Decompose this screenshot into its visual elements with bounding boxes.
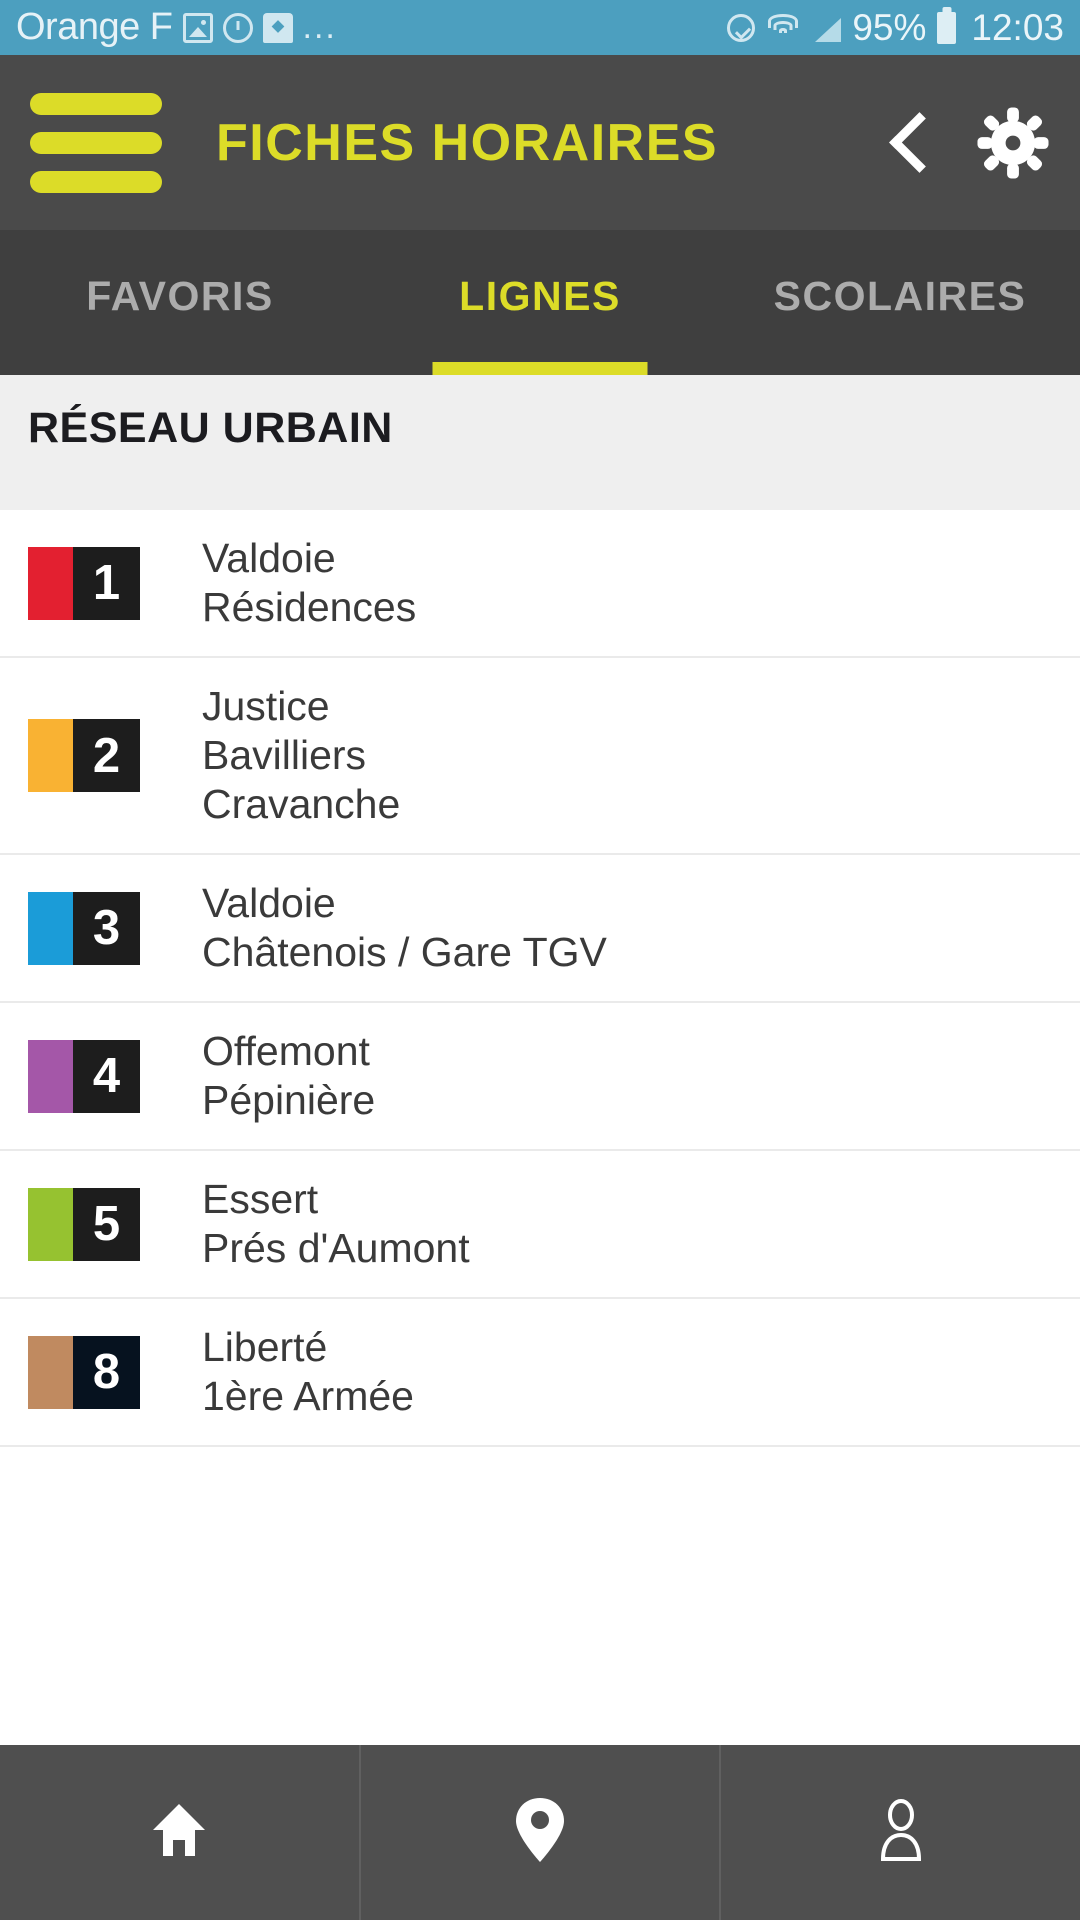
line-color-stripe [28,546,73,620]
battery-percent-label: 95% [852,6,927,48]
line-destination: Offemont [202,1028,370,1075]
hamburger-menu-icon[interactable] [30,92,162,193]
line-number: 1 [73,546,140,620]
gear-icon[interactable] [976,106,1050,180]
app-root: Orange F ... 95% 12:03 FICHES HORAIRES F… [0,0,1080,1920]
app-header: FICHES HORAIRES [0,55,1080,230]
nav-home-button[interactable] [0,1745,361,1920]
line-destination: Essert [202,1176,319,1223]
page-title: FICHES HORAIRES [216,113,719,172]
line-destination: Résidences [202,584,417,630]
overflow-dots: ... [302,8,337,46]
clock-label: 12:03 [971,6,1064,48]
line-destinations: Valdoie Résidences [202,534,416,632]
table-row[interactable]: 3 Valdoie Châtenois / Gare TGV [0,855,1080,1003]
line-destination: Liberté [202,1324,328,1371]
line-destination: Bavilliers [202,732,367,779]
table-row[interactable]: 2 Justice Bavilliers Cravanche [0,658,1080,855]
line-color-stripe [28,891,73,965]
line-number: 4 [73,1039,140,1113]
line-destination: Valdoie [202,880,336,927]
table-row[interactable]: 1 Valdoie Résidences [0,510,1080,658]
line-badge: 1 [28,546,140,620]
line-destination: 1ère Armée [202,1373,414,1419]
signal-icon [811,14,842,42]
header-actions [888,106,1050,180]
line-color-stripe [28,1187,73,1261]
line-badge: 8 [28,1335,140,1409]
section-header: RÉSEAU URBAIN [0,375,1080,510]
tab-scolaires-label: SCOLAIRES [773,273,1027,319]
line-destination: Cravanche [202,780,401,827]
line-destination: Pépinière [202,1077,376,1123]
line-destinations: Justice Bavilliers Cravanche [202,682,400,828]
tab-lignes[interactable]: LIGNES [360,230,720,375]
tab-favoris-label: FAVORIS [86,273,274,319]
line-destinations: Essert Prés d'Aumont [202,1175,470,1273]
tab-favoris[interactable]: FAVORIS [0,230,360,375]
line-badge: 2 [28,719,140,792]
user-profile-icon [873,1797,929,1868]
status-bar-right: 95% 12:03 [727,7,1064,49]
wifi-icon [766,13,800,43]
nav-profile-button[interactable] [721,1745,1080,1920]
line-list: 1 Valdoie Résidences 2 Justice Bavillier… [0,510,1080,1745]
line-destination: Prés d'Aumont [202,1225,470,1271]
misc-icon [262,12,293,43]
line-number: 8 [73,1335,140,1409]
section-title: RÉSEAU URBAIN [28,404,393,452]
map-pin-icon [514,1796,566,1869]
table-row[interactable]: 8 Liberté 1ère Armée [0,1299,1080,1447]
nav-map-button[interactable] [361,1745,722,1920]
line-color-stripe [28,1335,73,1409]
line-destination: Châtenois / Gare TGV [202,929,607,975]
line-number: 5 [73,1187,140,1261]
tab-bar: FAVORIS LIGNES SCOLAIRES [0,230,1080,375]
battery-icon [937,11,957,44]
photo-icon [182,12,213,43]
line-destinations: Liberté 1ère Armée [202,1323,414,1421]
line-destinations: Offemont Pépinière [202,1027,375,1125]
tab-scolaires[interactable]: SCOLAIRES [720,230,1080,375]
carrier-label: Orange F [16,6,173,48]
chevron-left-icon[interactable] [888,112,930,174]
status-bar: Orange F ... 95% 12:03 [0,0,1080,55]
tab-lignes-label: LIGNES [459,273,621,319]
table-row[interactable]: 5 Essert Prés d'Aumont [0,1151,1080,1299]
line-destination: Justice [202,683,330,730]
line-color-stripe [28,1039,73,1113]
line-number: 2 [73,719,140,792]
line-destination: Valdoie [202,535,336,582]
line-destinations: Valdoie Châtenois / Gare TGV [202,879,607,977]
line-badge: 3 [28,891,140,965]
alarm-icon [727,13,756,42]
bottom-navigation-bar [0,1745,1080,1920]
status-bar-left: Orange F ... [16,6,337,49]
line-badge: 4 [28,1039,140,1113]
home-icon [147,1798,211,1867]
sync-icon [222,12,253,43]
line-color-stripe [28,719,73,792]
table-row[interactable]: 4 Offemont Pépinière [0,1003,1080,1151]
line-number: 3 [73,891,140,965]
line-badge: 5 [28,1187,140,1261]
